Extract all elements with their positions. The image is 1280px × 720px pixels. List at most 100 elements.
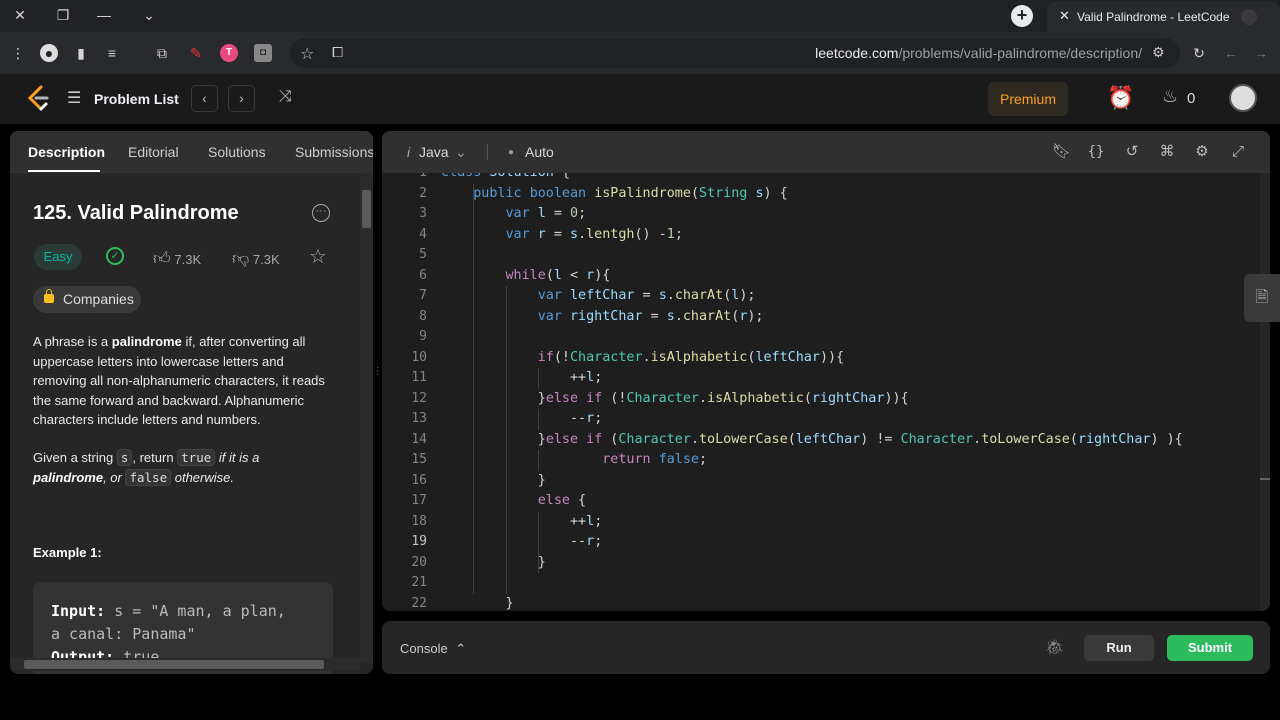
code-line[interactable]: 14 }else if (Character.toLowerCase(leftC…: [382, 430, 1260, 451]
forward-arrow-icon[interactable]: →: [1252, 44, 1270, 62]
language-select[interactable]: Java: [419, 144, 449, 160]
tab-search-chevron-icon[interactable]: ⌄: [137, 5, 161, 25]
code-line[interactable]: 3 var l = 0;: [382, 204, 1260, 225]
code-line[interactable]: 10 if(!Character.isAlphabetic(leftChar))…: [382, 348, 1260, 369]
playlist-icon[interactable]: ≡: [103, 44, 121, 62]
prev-problem-button[interactable]: ‹: [191, 85, 218, 112]
code-line[interactable]: 1 class Solution {: [382, 173, 1260, 184]
code-line[interactable]: 11 ++l;: [382, 368, 1260, 389]
like-button[interactable]: 👍︎ 7.3K: [153, 248, 201, 269]
code-area[interactable]: 1class Solution {2 public boolean isPali…: [382, 173, 1260, 611]
site-settings-icon[interactable]: ⚙: [1152, 44, 1165, 61]
dislike-button[interactable]: 👎︎ 7.3K: [232, 248, 280, 269]
scrollbar-thumb[interactable]: [362, 190, 371, 228]
console-bar: Console ⌃ 🐞︎ Run Submit: [382, 621, 1270, 674]
code-line[interactable]: 8 var rightChar = s.charAt(r);: [382, 307, 1260, 328]
tab-submissions[interactable]: Submissions: [295, 144, 373, 160]
tab-description[interactable]: Description: [28, 144, 105, 160]
code-line[interactable]: 4 var r = s.lentgh() -1;: [382, 225, 1260, 246]
shortcuts-command-icon[interactable]: ⌘: [1158, 143, 1176, 161]
code-line[interactable]: 2 public boolean isPalindrome(String s) …: [382, 184, 1260, 205]
tab-editorial[interactable]: Editorial: [128, 144, 179, 160]
code-line[interactable]: 9: [382, 327, 1260, 348]
code-line[interactable]: 5: [382, 245, 1260, 266]
url-text[interactable]: leetcode.com/problems/valid-palindrome/d…: [815, 45, 1142, 61]
leetcode-logo-icon[interactable]: [26, 85, 50, 111]
close-window-icon[interactable]: ✕: [8, 5, 32, 25]
lock-icon: [44, 289, 54, 303]
companies-button[interactable]: Companies: [33, 286, 141, 313]
code-text: }: [441, 595, 514, 611]
code-line[interactable]: 21: [382, 573, 1260, 594]
restore-window-icon[interactable]: ❐: [51, 5, 75, 25]
submit-button[interactable]: Submit: [1167, 635, 1253, 661]
chevron-down-icon[interactable]: ⌄: [455, 144, 467, 161]
problem-list-link[interactable]: Problem List: [94, 91, 179, 107]
scrollbar-thumb[interactable]: [24, 660, 324, 669]
bookmark-star-icon[interactable]: ☆: [300, 44, 314, 64]
format-braces-icon[interactable]: {}: [1087, 143, 1105, 161]
editor-vertical-scrollbar[interactable]: [1260, 173, 1270, 611]
description-panel: Description Editorial Solutions Submissi…: [10, 131, 373, 674]
indent-guide: [505, 286, 507, 594]
favorite-star-icon[interactable]: ☆: [309, 244, 327, 269]
reset-code-icon[interactable]: ↺: [1123, 143, 1141, 161]
extension-square-icon[interactable]: ◘: [254, 44, 272, 62]
code-line[interactable]: 18 ++l;: [382, 512, 1260, 533]
address-bar[interactable]: ☆ ⧠ leetcode.com/problems/valid-palindro…: [290, 38, 1180, 68]
run-button[interactable]: Run: [1084, 635, 1154, 661]
next-problem-button[interactable]: ›: [228, 85, 255, 112]
thumbs-up-icon: 👍︎: [153, 249, 171, 268]
code-line[interactable]: 15 return false;: [382, 450, 1260, 471]
console-toggle[interactable]: Console ⌃: [400, 641, 466, 657]
t-extension-icon[interactable]: T: [220, 44, 238, 62]
code-text: }: [441, 554, 546, 570]
shuffle-icon[interactable]: ⤨: [279, 88, 292, 106]
new-tab-button[interactable]: +: [1011, 5, 1033, 27]
code-line[interactable]: 13 --r;: [382, 409, 1260, 430]
code-chip-s: s: [116, 449, 133, 466]
line-number: 18: [411, 513, 427, 529]
streak-count: 0: [1187, 90, 1196, 107]
sidebar-icon[interactable]: ▮: [72, 44, 90, 62]
timer-icon[interactable]: ⏰: [1107, 85, 1134, 111]
code-line[interactable]: 16 }: [382, 471, 1260, 492]
code-line[interactable]: 12 }else if (!Character.isAlphabetic(rig…: [382, 389, 1260, 410]
reload-icon[interactable]: ↻: [1190, 44, 1208, 62]
problem-list-icon[interactable]: ☰: [67, 88, 81, 108]
line-number: 2: [419, 185, 427, 201]
autocomplete-mode[interactable]: Auto: [525, 144, 554, 160]
code-line[interactable]: 20 }: [382, 553, 1260, 574]
extensions-icon[interactable]: ⧉: [153, 44, 171, 62]
pen-extension-icon[interactable]: ✎: [187, 44, 205, 62]
fullscreen-icon[interactable]: ⤢: [1229, 143, 1247, 161]
minimize-window-icon[interactable]: —: [92, 5, 116, 25]
panel-resize-handle[interactable]: ⋮: [373, 366, 383, 382]
tab-solutions[interactable]: Solutions: [208, 144, 266, 160]
description-horizontal-scrollbar[interactable]: [10, 658, 360, 671]
premium-button[interactable]: Premium: [988, 82, 1068, 116]
code-text: ++l;: [441, 513, 603, 529]
more-options-icon[interactable]: ···: [312, 204, 330, 222]
streak-flame-icon[interactable]: ♨: [1162, 86, 1178, 107]
code-text: else {: [537, 493, 587, 508]
menu-dots-icon[interactable]: ⋮: [9, 44, 27, 62]
code-line[interactable]: 17 else {: [382, 491, 1260, 512]
settings-gear-icon[interactable]: ⚙: [1193, 143, 1211, 161]
desc-italic: , or: [103, 470, 126, 485]
code-line[interactable]: 6 while(l < r){: [382, 266, 1260, 287]
debug-bug-icon[interactable]: 🐞︎: [1045, 638, 1064, 656]
profile-icon[interactable]: ●: [40, 44, 58, 62]
code-text: --r;: [441, 534, 603, 549]
avatar[interactable]: [1229, 84, 1257, 112]
bookmark-icon[interactable]: 🔖︎: [1052, 143, 1071, 161]
code-line[interactable]: 19 --r;: [382, 532, 1260, 553]
code-line[interactable]: 22 }: [382, 594, 1260, 612]
back-arrow-icon[interactable]: ←: [1222, 44, 1240, 62]
code-line[interactable]: 7 var leftChar = s.charAt(l);: [382, 286, 1260, 307]
notes-file-icon[interactable]: 🗎: [1244, 274, 1280, 322]
screenshot-icon[interactable]: ⧠: [332, 44, 343, 61]
description-vertical-scrollbar[interactable]: [360, 173, 373, 663]
tab-close-icon[interactable]: ✕: [1059, 8, 1070, 24]
browser-tab[interactable]: ✕ Valid Palindrome - LeetCode: [1047, 2, 1280, 32]
